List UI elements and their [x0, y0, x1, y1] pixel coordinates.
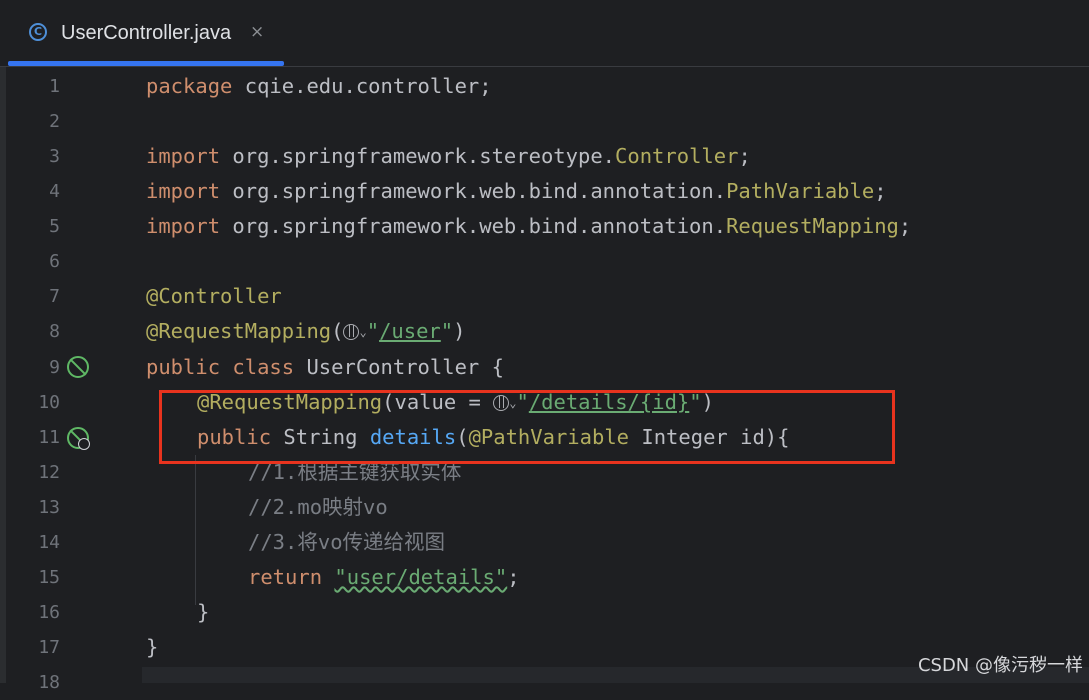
globe-icon[interactable]	[343, 324, 360, 340]
class-declaration: UserController {	[294, 355, 504, 379]
code-line-9[interactable]: public class UserController {	[146, 350, 504, 385]
gutter-edge	[0, 67, 6, 683]
line-number: 4	[49, 181, 60, 202]
line-number-gutter: 1 2 3 4 5 6 7 8 9 10 11 12 13 14 15 16 1…	[0, 67, 142, 693]
code-line-3[interactable]: import org.springframework.stereotype.Co…	[146, 139, 751, 174]
semicolon: ;	[898, 214, 912, 238]
code-line-4[interactable]: import org.springframework.web.bind.anno…	[146, 174, 887, 209]
code-line-14[interactable]: //3.将vo传递给视图	[248, 525, 445, 560]
import-path: org.springframework.web.bind.annotation.	[220, 179, 727, 203]
code-line-1[interactable]: package cqie.edu.controller;	[146, 69, 492, 104]
line-number: 2	[49, 111, 60, 132]
close-icon[interactable]: ×	[250, 22, 264, 42]
tab-usercontroller[interactable]: C UserController.java ×	[8, 0, 284, 66]
annotation: @RequestMapping	[146, 319, 332, 343]
code-line-8[interactable]: @RequestMapping(⌄"/user")	[146, 314, 465, 349]
import-path: org.springframework.web.bind.annotation.	[220, 214, 727, 238]
semicolon: ;	[874, 179, 887, 203]
line-number: 12	[38, 462, 60, 483]
keyword: public	[146, 355, 221, 379]
line-number: 16	[38, 602, 60, 623]
code-line-16[interactable]: }	[197, 595, 209, 630]
code-line-5[interactable]: import org.springframework.web.bind.anno…	[146, 209, 911, 244]
line-number: 7	[49, 286, 60, 307]
code-line-13[interactable]: //2.mo映射vo	[248, 490, 388, 525]
line-number: 9	[49, 357, 60, 378]
url-path[interactable]: /user	[379, 319, 441, 343]
keyword: import	[146, 179, 221, 203]
line-number: 11	[38, 427, 60, 448]
string-literal: "user/details"	[334, 565, 508, 589]
keyword: class	[220, 355, 295, 379]
line-number: 10	[38, 392, 60, 413]
highlight-annotation-box	[159, 390, 895, 464]
keyword: package	[146, 74, 233, 98]
class-ref: PathVariable	[726, 179, 875, 203]
line-number: 17	[38, 637, 60, 658]
semicolon: ;	[738, 144, 751, 168]
bean-slash	[69, 358, 87, 376]
quote: "	[440, 319, 454, 343]
chevron-down-icon[interactable]: ⌄	[359, 315, 366, 350]
tab-title: UserController.java	[61, 22, 232, 44]
annotation: @Controller	[146, 284, 282, 308]
keyword: import	[146, 214, 221, 238]
package-name: cqie.edu.controller;	[232, 74, 492, 98]
line-number: 5	[49, 216, 60, 237]
request-mapping-gutter-icon[interactable]	[67, 427, 90, 450]
indent-guide	[195, 455, 196, 605]
code-line-7[interactable]: @Controller	[146, 279, 282, 314]
paren: )	[453, 319, 466, 343]
spring-bean-gutter-icon[interactable]	[67, 356, 89, 378]
quote: "	[366, 319, 380, 343]
keyword: return	[248, 565, 323, 589]
paren: (	[331, 319, 344, 343]
line-number: 14	[38, 532, 60, 553]
active-tab-indicator	[8, 61, 284, 66]
code-line-17[interactable]: }	[146, 630, 158, 665]
code-line-15[interactable]: return "user/details";	[248, 560, 520, 595]
editor-tab-bar: C UserController.java ×	[0, 0, 1089, 67]
class-ref: Controller	[615, 144, 739, 168]
globe-icon	[78, 438, 90, 450]
import-path: org.springframework.stereotype.	[220, 144, 616, 168]
line-number: 1	[49, 76, 60, 97]
line-number: 13	[38, 497, 60, 518]
line-number: 15	[38, 567, 60, 588]
line-number: 6	[49, 251, 60, 272]
keyword: import	[146, 144, 221, 168]
line-number: 3	[49, 146, 60, 167]
code-editor[interactable]: 1 2 3 4 5 6 7 8 9 10 11 12 13 14 15 16 1…	[0, 67, 1089, 693]
watermark: CSDN @像污秽一样	[917, 655, 1083, 676]
line-number: 8	[49, 321, 60, 342]
class-ref: RequestMapping	[726, 214, 899, 238]
java-class-icon: C	[29, 23, 47, 41]
semicolon: ;	[507, 565, 520, 589]
